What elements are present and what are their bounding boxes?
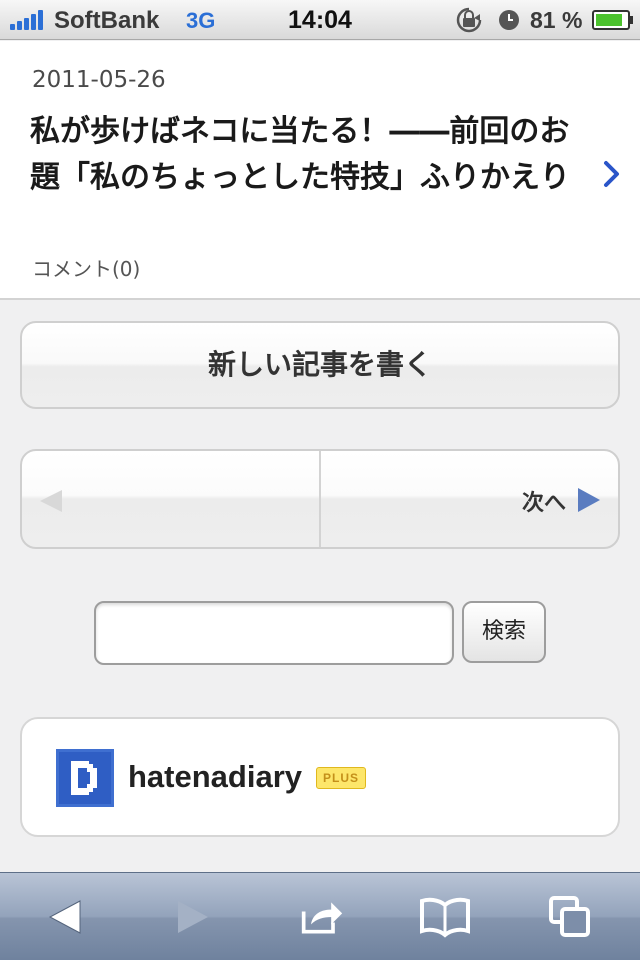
hatena-d-logo-icon [56,749,114,807]
next-page-label[interactable]: 次へ [522,485,566,517]
battery-percentage: 81 % [530,7,583,33]
article-title[interactable]: 私が歩けばネコに当たる！――前回のお題「私のちょっとした特技」ふりかえり [30,109,590,201]
logo-text: hatenadiary [128,759,303,794]
prev-arrow-icon [40,490,62,512]
search-input[interactable] [94,601,454,665]
plus-badge: PLUS [316,767,366,789]
article-date: 2011-05-26 [32,67,166,93]
bookmarks-icon[interactable] [420,895,470,939]
rotation-lock-icon [456,7,482,33]
comment-count[interactable]: コメント(0) [32,253,140,282]
status-bar: SoftBank 3G 14:04 81 % [0,0,640,40]
network-type: 3G [186,8,216,33]
new-post-button[interactable]: 新しい記事を書く [20,321,620,409]
status-time: 14:04 [288,6,352,34]
alarm-icon [499,10,519,30]
battery-icon [592,10,633,30]
pager: 次へ [20,449,620,549]
article-entry[interactable]: 2011-05-26 私が歩けばネコに当たる！――前回のお題「私のちょっとした特… [0,41,640,300]
tabs-icon[interactable] [548,895,592,939]
forward-icon[interactable] [170,895,214,939]
next-arrow-icon[interactable] [576,487,602,513]
hatena-diary-logo-box[interactable]: hatenadiary PLUS [20,717,620,837]
browser-toolbar [0,872,640,960]
back-icon[interactable] [44,895,88,939]
search-button[interactable]: 検索 [462,601,546,663]
pager-divider [319,451,321,547]
carrier-name: SoftBank [54,7,160,34]
chevron-right-icon[interactable] [602,159,622,189]
signal-strength-icon [10,10,48,30]
share-icon[interactable] [300,895,344,939]
